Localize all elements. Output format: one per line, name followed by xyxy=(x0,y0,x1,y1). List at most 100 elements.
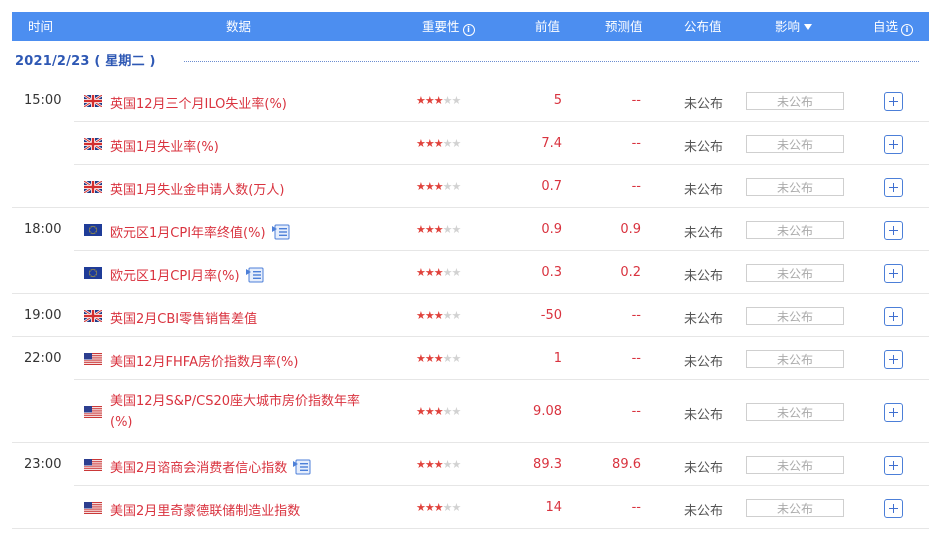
previous-value: 0.3 xyxy=(541,264,562,280)
importance-stars: ★★★★★ xyxy=(416,457,461,471)
add-to-watchlist-button[interactable] xyxy=(884,177,903,197)
forecast-value: -- xyxy=(631,499,641,515)
star-empty-icon: ★ xyxy=(442,179,453,193)
event-name-link[interactable]: 美国12月S&P/CS20座大城市房价指数年率(%) xyxy=(110,391,372,433)
star-filled-icon: ★ xyxy=(424,93,435,107)
star-filled-icon: ★ xyxy=(416,351,426,365)
star-filled-icon: ★ xyxy=(424,136,435,150)
previous-value: 7.4 xyxy=(541,135,562,151)
importance-stars: ★★★★★ xyxy=(416,222,461,236)
event-row: 22:00 美国12月FHFA房价指数月率(%) ★★★★★ 1 -- 未公布 未公布 xyxy=(12,337,929,380)
flag-us-icon xyxy=(84,501,102,514)
forecast-value: -- xyxy=(631,135,641,151)
add-to-watchlist-button[interactable] xyxy=(884,306,903,326)
star-filled-icon: ★ xyxy=(424,222,435,236)
add-to-watchlist-button[interactable] xyxy=(884,498,903,518)
flag-uk-icon xyxy=(83,179,103,194)
star-filled-icon: ★ xyxy=(433,179,444,193)
event-name-link[interactable]: 英国1月失业率(%) xyxy=(110,136,219,155)
event-name-link[interactable]: 欧元区1月CPI月率(%) xyxy=(110,265,264,287)
add-to-watchlist-button[interactable] xyxy=(884,455,903,475)
event-name-link[interactable]: 欧元区1月CPI年率终值(%) xyxy=(110,222,290,244)
impact-badge: 未公布 xyxy=(746,498,844,517)
event-name-link[interactable]: 英国12月三个月ILO失业率(%) xyxy=(110,93,287,112)
event-name-link[interactable]: 美国12月FHFA房价指数月率(%) xyxy=(110,351,298,370)
add-to-watchlist-button[interactable] xyxy=(884,220,903,240)
flag-uk-icon xyxy=(83,93,103,108)
event-name: 美国2月谘商会消费者信心指数 xyxy=(110,460,288,476)
actual-value: 未公布 xyxy=(684,503,724,519)
star-filled-icon: ★ xyxy=(424,308,435,322)
star-filled-icon: ★ xyxy=(416,457,426,471)
importance-stars: ★★★★★ xyxy=(416,404,461,418)
add-to-watchlist-button[interactable] xyxy=(884,402,903,422)
header-impact-sort[interactable]: 影响 xyxy=(775,12,813,41)
event-time: 19:00 xyxy=(24,307,62,323)
event-row: 英国1月失业率(%) ★★★★★ 7.4 -- 未公布 未公布 xyxy=(12,122,929,165)
star-filled-icon: ★ xyxy=(416,265,426,279)
actual-value: 未公布 xyxy=(684,460,724,476)
previous-value: 89.3 xyxy=(533,456,562,472)
add-to-watchlist-button[interactable] xyxy=(884,263,903,283)
impact-badge: 未公布 xyxy=(746,220,844,239)
impact-badge: 未公布 xyxy=(746,455,844,474)
chart-icon[interactable] xyxy=(271,224,290,244)
info-icon[interactable]: i xyxy=(901,24,914,36)
event-name: 美国2月里奇蒙德联储制造业指数 xyxy=(110,503,301,519)
header-watchlist[interactable]: 自选 i xyxy=(873,12,914,41)
star-empty-icon: ★ xyxy=(451,93,462,107)
flag-us-icon xyxy=(84,405,102,418)
previous-value: -50 xyxy=(540,307,562,323)
star-filled-icon: ★ xyxy=(416,136,426,150)
event-name-link[interactable]: 美国2月谘商会消费者信心指数 xyxy=(110,457,311,479)
star-filled-icon: ★ xyxy=(416,222,426,236)
forecast-value: 89.6 xyxy=(612,456,641,472)
star-filled-icon: ★ xyxy=(433,500,444,514)
forecast-value: -- xyxy=(631,350,641,366)
impact-badge: 未公布 xyxy=(746,134,844,153)
dotted-divider xyxy=(184,61,919,62)
add-to-watchlist-button[interactable] xyxy=(884,134,903,154)
event-row: 美国2月里奇蒙德联储制造业指数 ★★★★★ 14 -- 未公布 未公布 xyxy=(12,486,929,529)
flag-us-icon xyxy=(84,458,102,471)
previous-value: 14 xyxy=(545,499,562,515)
forecast-value: -- xyxy=(631,307,641,323)
event-name: 美国12月FHFA房价指数月率(%) xyxy=(110,354,299,370)
add-to-watchlist-button[interactable] xyxy=(884,91,903,111)
flag-eu-icon xyxy=(84,223,102,236)
previous-value: 0.9 xyxy=(541,221,562,237)
add-to-watchlist-button[interactable] xyxy=(884,349,903,369)
header-importance[interactable]: 重要性 i xyxy=(422,12,475,41)
header-impact-label: 影响 xyxy=(775,19,801,34)
table-header: 时间 数据 重要性 i 前值 预测值 公布值 影响 自选 i xyxy=(12,12,929,41)
impact-badge: 未公布 xyxy=(746,349,844,368)
flag-uk-icon xyxy=(83,308,103,323)
event-time: 15:00 xyxy=(24,92,62,108)
impact-badge: 未公布 xyxy=(746,91,844,110)
importance-stars: ★★★★★ xyxy=(416,351,462,365)
forecast-value: -- xyxy=(631,92,641,108)
info-icon[interactable]: i xyxy=(462,24,475,36)
importance-stars: ★★★★★ xyxy=(416,93,462,107)
event-row: 23:00 美国2月谘商会消费者信心指数 ★★★★★ 89.3 89.6 未公布 未公布 xyxy=(12,443,929,486)
header-actual: 公布值 xyxy=(684,19,722,34)
header-forecast: 预测值 xyxy=(605,19,643,34)
event-name: 英国1月失业率(%) xyxy=(110,139,219,155)
star-filled-icon: ★ xyxy=(424,457,435,471)
event-name-link[interactable]: 美国2月里奇蒙德联储制造业指数 xyxy=(110,500,300,519)
star-empty-icon: ★ xyxy=(451,351,462,365)
star-empty-icon: ★ xyxy=(451,179,462,193)
row-divider xyxy=(12,528,929,529)
star-filled-icon: ★ xyxy=(424,404,435,418)
star-empty-icon: ★ xyxy=(442,222,453,236)
header-watchlist-label: 自选 xyxy=(873,19,899,34)
impact-badge: 未公布 xyxy=(746,306,844,325)
event-time: 22:00 xyxy=(24,350,62,366)
event-name-link[interactable]: 英国1月失业金申请人数(万人) xyxy=(110,179,284,198)
star-filled-icon: ★ xyxy=(433,93,444,107)
chart-icon[interactable] xyxy=(245,267,264,287)
previous-value: 1 xyxy=(553,350,562,366)
event-name-link[interactable]: 英国2月CBI零售销售差值 xyxy=(110,308,257,327)
chart-icon[interactable] xyxy=(293,459,311,479)
actual-value: 未公布 xyxy=(684,182,724,198)
